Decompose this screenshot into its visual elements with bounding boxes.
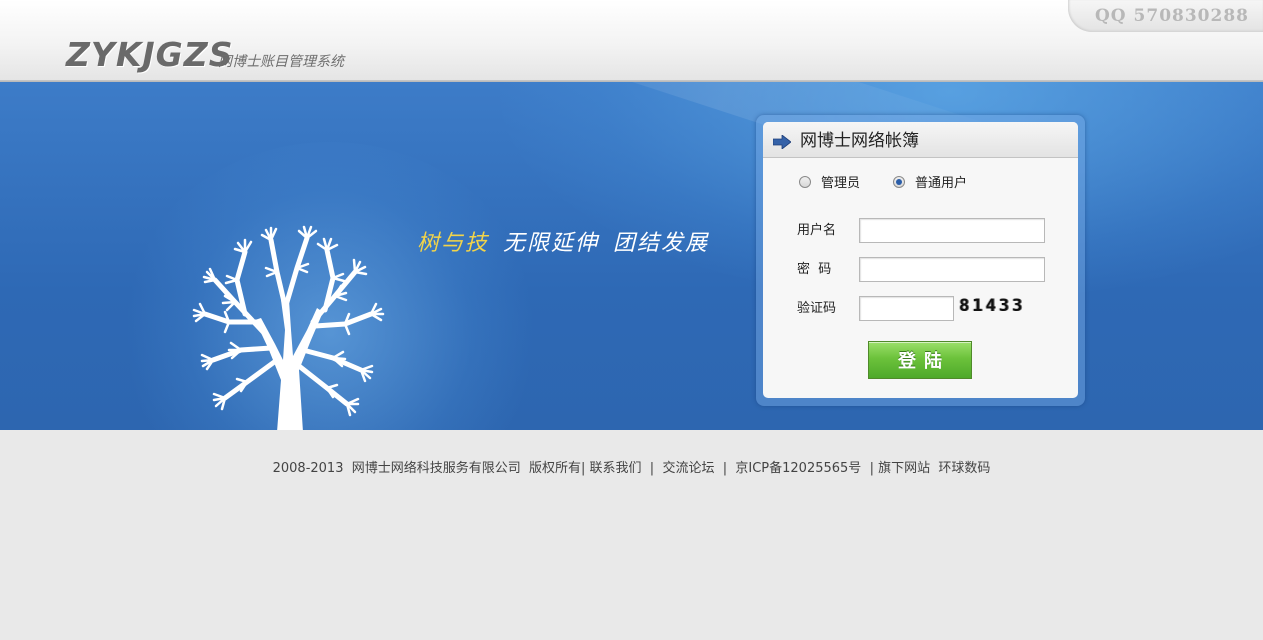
footer-separator: | xyxy=(641,461,663,476)
footer-separator: | xyxy=(714,461,736,476)
logo: ZYKJGZS xyxy=(66,35,234,74)
logo-subtitle: 网博士账目管理系统 xyxy=(218,54,344,70)
login-title: 网博士网络帐簿 xyxy=(800,131,919,151)
username-input[interactable] xyxy=(859,218,1045,243)
footer-link-global[interactable]: 环球数码 xyxy=(938,461,990,476)
login-button[interactable]: 登陆 xyxy=(868,341,972,379)
header: ZYKJGZS 网博士账目管理系统 QQ 570830288 xyxy=(0,0,1263,82)
captcha-input[interactable] xyxy=(859,296,954,321)
footer: 2008-2013 网博士网络科技服务有限公司 版权所有| 联系我们 | 交流论… xyxy=(0,460,1263,478)
footer-separator: | xyxy=(861,461,879,476)
slogan-part-1: 树与技 xyxy=(417,231,490,256)
footer-link-forum[interactable]: 交流论坛 xyxy=(662,461,714,476)
username-label: 用户名 xyxy=(797,223,837,238)
slogan-part-3: 团结发展 xyxy=(613,231,710,256)
footer-link-icp[interactable]: 京ICP备12025565号 xyxy=(735,461,861,476)
role-radio-user[interactable] xyxy=(893,175,906,188)
role-radio-admin[interactable] xyxy=(799,175,811,188)
qq-number: QQ 570830288 xyxy=(1095,6,1249,26)
captcha-image[interactable]: 81433 xyxy=(959,294,1041,318)
captcha-label: 验证码 xyxy=(797,301,837,316)
login-panel: 网博士网络帐簿 管理员 普通用户 用户名 密 码 验证码 81433 登陆 xyxy=(763,122,1078,398)
slogan: 树与技 无限延伸 团结发展 xyxy=(417,225,709,257)
footer-link-contact[interactable]: 联系我们 xyxy=(590,461,642,476)
qq-contact-tab: QQ 570830288 xyxy=(1068,0,1263,32)
role-label-admin[interactable]: 管理员 xyxy=(821,172,860,191)
role-selector: 管理员 普通用户 xyxy=(799,172,1000,191)
arrow-right-icon xyxy=(773,135,791,149)
role-label-user[interactable]: 普通用户 xyxy=(915,172,967,191)
password-input[interactable] xyxy=(859,257,1045,282)
password-label: 密 码 xyxy=(797,262,832,277)
footer-link-sites[interactable]: 旗下网站 xyxy=(878,461,930,476)
hand-tree-illustration xyxy=(192,225,385,430)
slogan-part-2: 无限延伸 xyxy=(503,231,600,256)
footer-copyright: 2008-2013 网博士网络科技服务有限公司 版权所有| xyxy=(272,461,590,476)
login-panel-header: 网博士网络帐簿 xyxy=(763,122,1078,158)
